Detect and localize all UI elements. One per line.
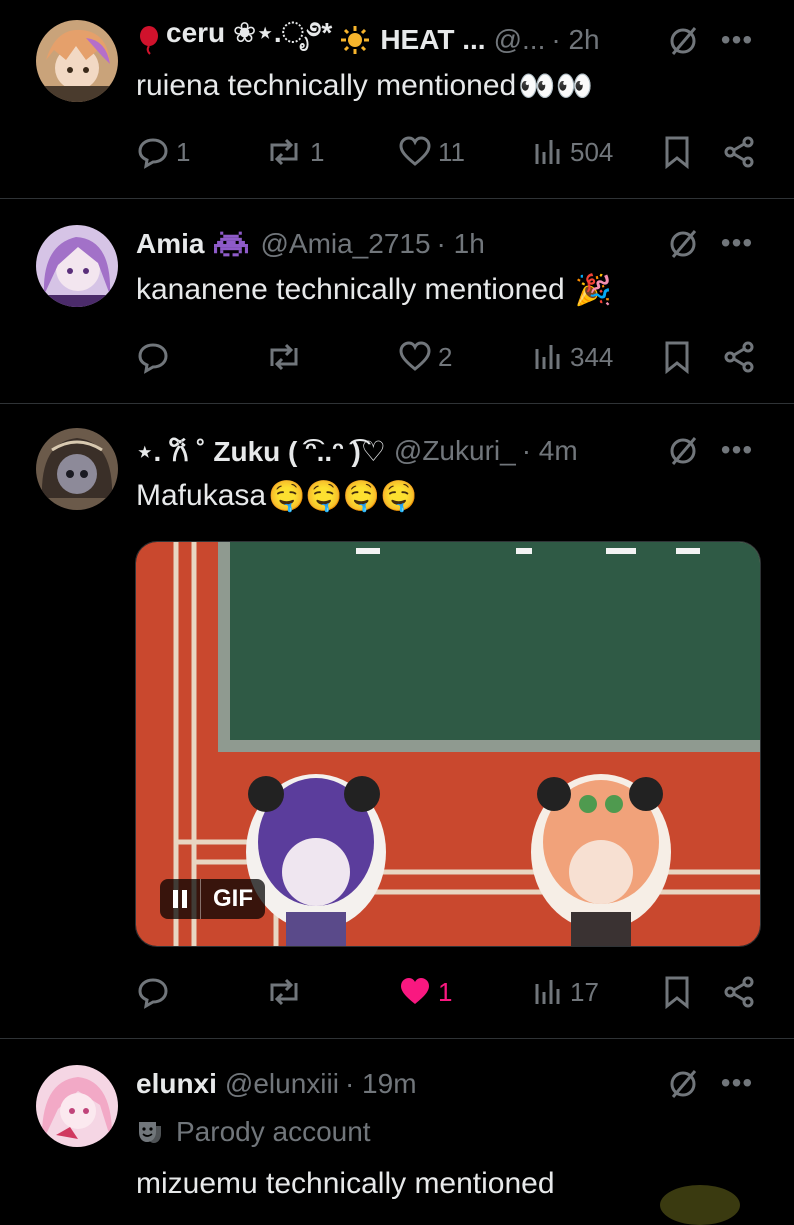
bookmark-icon [665,341,689,374]
avatar[interactable] [36,20,118,102]
share-button[interactable] [722,132,756,172]
reply-button[interactable] [136,972,176,1012]
share-button[interactable] [722,337,756,377]
handle[interactable]: @Zukuri_ [394,435,516,467]
party-popper-emoji: 🎉 [574,273,612,307]
space-invader-icon [214,230,249,258]
views-icon [535,140,560,164]
like-filled-icon [401,978,429,1004]
share-icon [724,341,754,373]
post-text: ruiena technically mentioned 👀👀 [136,66,593,106]
grok-icon[interactable] [666,1067,700,1101]
views-count: 344 [570,341,614,372]
views-icon [535,980,560,1004]
post-text: Mafukasa 🤤🤤🤤🤤 [136,476,418,516]
repost-button[interactable] [264,972,310,1012]
post-ceru[interactable]: ceru ❀⋆.ೃ࿔* HEAT ... @... · 2h ••• ruien… [0,0,794,198]
like-count: 11 [438,136,465,167]
share-icon [724,136,754,168]
post-text-content: ruiena technically mentioned [136,69,517,102]
bookmark-button[interactable] [662,337,692,377]
gif-badge[interactable]: GIF [160,879,265,919]
like-icon [399,136,431,166]
share-button[interactable] [722,972,756,1012]
handle[interactable]: @... [494,24,546,56]
reply-count: 1 [176,136,191,167]
more-icon[interactable]: ••• [720,26,754,64]
display-name[interactable]: Amia [136,228,204,260]
timestamp[interactable]: · 19m [345,1068,417,1100]
views-count: 17 [570,976,599,1007]
reply-icon [138,138,168,169]
repost-count: 1 [310,136,325,167]
views-icon [535,345,560,369]
floating-avatar-partial[interactable] [660,1185,740,1225]
display-name[interactable]: elunxi [136,1068,217,1100]
repost-button[interactable] [264,337,310,377]
action-bar: 2 344 [136,337,758,377]
reply-button[interactable]: 1 [136,132,190,172]
timestamp[interactable]: · 1h [437,228,485,260]
avatar[interactable] [36,1065,118,1147]
display-name[interactable]: ⋆. 𐙚 ˚ Zuku ( ͡ᵔ..ᵔ ͡)♡ [136,432,386,470]
action-bar: 1 17 [136,972,758,1012]
display-name-suffix[interactable]: HEAT ... [380,24,485,56]
balloon-icon [136,25,162,55]
grok-icon[interactable] [666,227,700,261]
avatar[interactable] [36,225,118,307]
like-count: 1 [438,976,453,1007]
reply-icon [138,343,168,374]
timestamp[interactable]: · 4m [522,435,578,467]
bookmark-button[interactable] [662,132,692,172]
like-button-active[interactable]: 1 [398,972,452,1012]
parody-mask-icon [139,1122,161,1143]
views-button[interactable]: 504 [532,132,613,172]
repost-icon [270,138,298,166]
like-button[interactable]: 2 [398,337,452,377]
grok-icon[interactable] [666,434,700,468]
post-amia[interactable]: Amia @Amia_2715 · 1h ••• kananene techni… [0,199,794,403]
views-button[interactable]: 17 [532,972,599,1012]
handle[interactable]: @Amia_2715 [260,228,430,260]
views-button[interactable]: 344 [532,337,613,377]
post-text-content: kananene technically mentioned [136,273,565,306]
like-button[interactable]: 11 [398,132,465,172]
bookmark-icon [665,136,689,169]
post-text-content: Mafukasa [136,479,267,512]
bookmark-icon [665,976,689,1009]
more-icon[interactable]: ••• [720,1069,754,1107]
gif-label: GIF [213,885,253,912]
pause-icon[interactable] [160,879,201,919]
more-icon[interactable]: ••• [720,229,754,267]
like-icon [399,341,431,371]
more-icon[interactable]: ••• [720,436,754,474]
repost-button[interactable]: 1 [264,132,324,172]
timestamp[interactable]: · 2h [551,24,599,56]
post-text: kananene technically mentioned 🎉 [136,270,612,310]
parody-label-text: Parody account [176,1116,371,1147]
sun-icon [340,25,370,55]
repost-icon [270,978,298,1006]
drooling-face-emoji: 🤤🤤🤤🤤 [268,479,418,513]
handle[interactable]: @elunxiii [225,1068,339,1100]
like-count: 2 [438,341,453,372]
grok-icon[interactable] [666,24,700,58]
reply-icon [138,978,168,1009]
bookmark-button[interactable] [662,972,692,1012]
post-text: mizuemu technically mentioned [136,1164,555,1204]
eyes-emoji: 👀👀 [518,69,593,103]
share-icon [724,976,754,1008]
reply-button[interactable] [136,337,176,377]
post-text-content: mizuemu technically mentioned [136,1167,555,1200]
action-bar: 1 1 11 504 [136,132,758,172]
repost-icon [270,343,298,371]
views-count: 504 [570,136,614,167]
avatar[interactable] [36,428,118,510]
parody-label: Parody account [136,1112,371,1152]
